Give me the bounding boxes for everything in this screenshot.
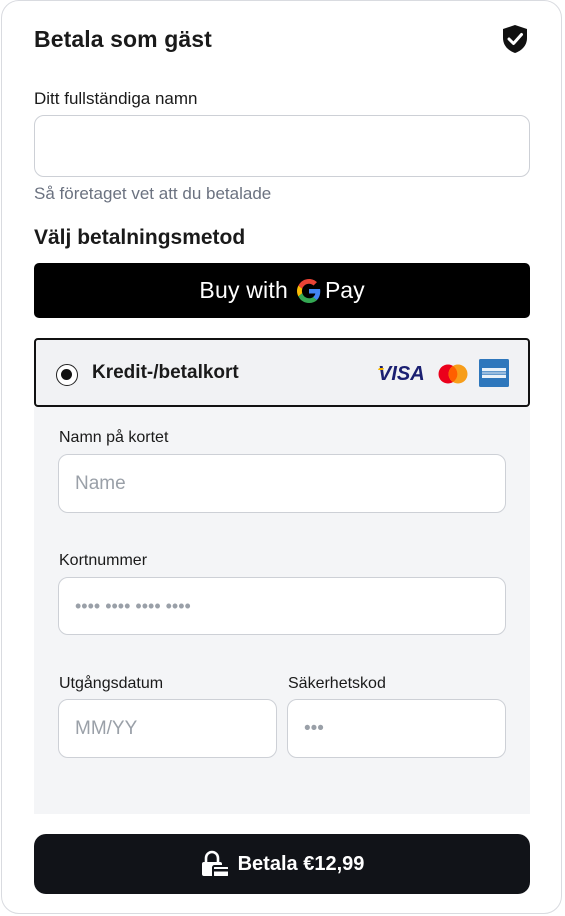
full-name-input[interactable] bbox=[34, 115, 530, 177]
visa-icon: VISA bbox=[378, 363, 425, 383]
google-pay-button[interactable]: Buy with Pay bbox=[34, 263, 530, 318]
expiry-label: Utgångsdatum bbox=[59, 675, 164, 692]
mastercard-icon bbox=[438, 364, 468, 384]
security-code-label: Säkerhetskod bbox=[288, 675, 386, 692]
pay-button-label: Betala €12,99 bbox=[237, 852, 365, 875]
full-name-label: Ditt fullständiga namn bbox=[34, 89, 198, 108]
google-pay-suffix: Pay bbox=[324, 277, 365, 303]
card-payment-option[interactable]: Kredit-/betalkort VISA bbox=[34, 338, 530, 407]
lock-card-icon bbox=[201, 850, 230, 878]
pay-button[interactable]: Betala €12,99 bbox=[34, 834, 530, 894]
card-name-label: Namn på kortet bbox=[59, 429, 169, 446]
google-pay-prefix: Buy with bbox=[199, 277, 288, 303]
amex-icon bbox=[479, 359, 509, 387]
shield-check-icon bbox=[503, 25, 527, 53]
expiry-input[interactable] bbox=[58, 699, 277, 758]
card-number-label: Kortnummer bbox=[59, 552, 148, 569]
card-option-label: Kredit-/betalkort bbox=[92, 362, 239, 383]
visa-text: VISA bbox=[378, 363, 425, 383]
payment-method-title: Välj betalningsmetod bbox=[34, 226, 246, 249]
card-number-input[interactable] bbox=[58, 577, 506, 635]
card-option-radio[interactable] bbox=[56, 364, 78, 386]
card-name-input[interactable] bbox=[58, 454, 506, 513]
full-name-hint: Så företaget vet att du betalade bbox=[34, 184, 272, 203]
security-code-input[interactable] bbox=[287, 699, 506, 758]
page-title: Betala som gäst bbox=[34, 26, 212, 52]
google-g-icon bbox=[296, 278, 321, 303]
card-details-form: Namn på kortet Kortnummer Utgångsdatum S… bbox=[34, 407, 530, 814]
